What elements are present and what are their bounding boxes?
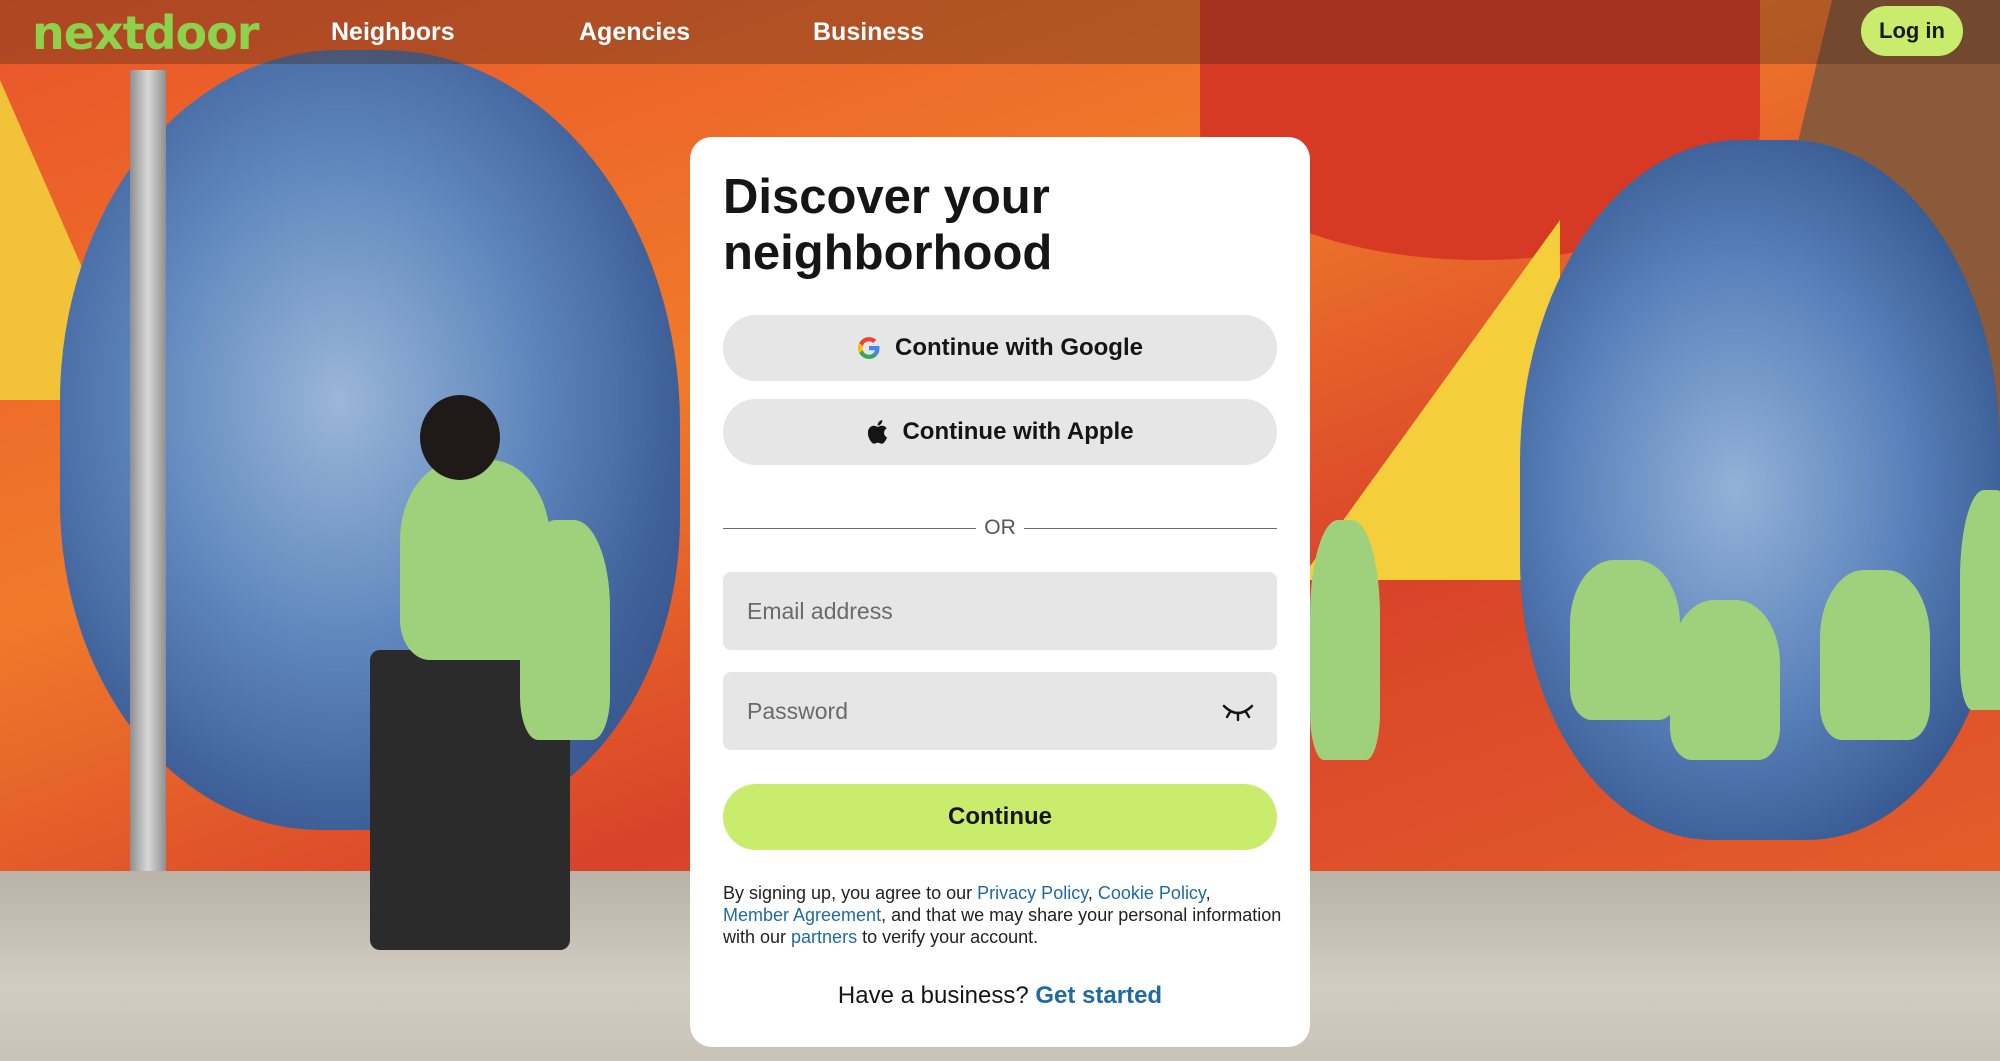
continue-with-google-button[interactable]: Continue with Google xyxy=(723,315,1277,381)
cookie-policy-link[interactable]: Cookie Policy xyxy=(1098,883,1206,903)
password-field-container xyxy=(723,672,1277,750)
continue-button[interactable]: Continue xyxy=(723,784,1277,850)
divider-line xyxy=(723,527,977,529)
get-started-link[interactable]: Get started xyxy=(1035,982,1162,1009)
google-button-label: Continue with Google xyxy=(895,334,1143,361)
apple-button-label: Continue with Apple xyxy=(902,418,1134,445)
privacy-policy-link[interactable]: Privacy Policy xyxy=(977,883,1088,903)
google-logo-icon xyxy=(857,336,881,360)
member-agreement-link[interactable]: Member Agreement xyxy=(723,905,881,925)
signup-card: Discover your neighborhood Continue with… xyxy=(690,137,1310,1047)
nav-link-neighbors[interactable]: Neighbors xyxy=(331,18,455,47)
legal-text: By signing up, you agree to our xyxy=(723,883,978,903)
nav-link-business[interactable]: Business xyxy=(813,18,924,47)
apple-logo-icon xyxy=(866,419,888,445)
continue-with-apple-button[interactable]: Continue with Apple xyxy=(723,399,1277,465)
divider-or-text: OR xyxy=(984,516,1016,539)
business-prompt-text: Have a business? xyxy=(837,982,1029,1009)
login-button[interactable]: Log in xyxy=(1861,6,1963,56)
legal-text: , xyxy=(1087,883,1098,903)
nav-link-agencies[interactable]: Agencies xyxy=(579,18,690,47)
nextdoor-logo[interactable]: nextdoor xyxy=(32,6,259,60)
eye-closed-icon[interactable] xyxy=(1221,698,1255,724)
or-divider: OR xyxy=(723,513,1277,543)
business-prompt: Have a business? Get started xyxy=(690,982,1310,1010)
partners-link[interactable]: partners xyxy=(791,927,857,947)
password-field[interactable] xyxy=(723,672,1277,750)
email-field[interactable] xyxy=(723,572,1277,650)
email-field-container xyxy=(723,572,1277,650)
divider-line xyxy=(1023,527,1277,529)
legal-disclaimer: By signing up, you agree to our Privacy … xyxy=(723,882,1283,948)
page-title: Discover your neighborhood xyxy=(723,170,1053,280)
legal-text: to verify your account. xyxy=(857,927,1039,947)
legal-text: , xyxy=(1205,883,1211,903)
top-navigation-bar: nextdoor Neighbors Agencies Business Log… xyxy=(0,0,2000,64)
